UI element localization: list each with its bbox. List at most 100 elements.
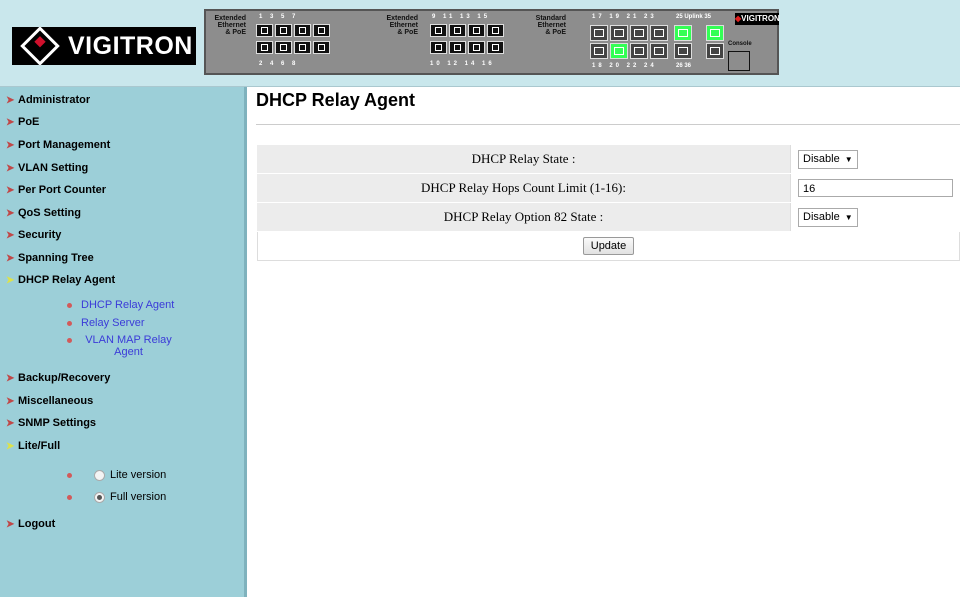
page-title: DHCP Relay Agent (256, 90, 416, 110)
port-21 (630, 25, 648, 41)
group1-label: Extended Ethernet & PoE (214, 15, 246, 36)
arrow-icon: ➤ (6, 94, 15, 106)
sidebar: ➤ Administrator ➤ PoE ➤ Port Management ➤ VL… (0, 87, 247, 597)
subitem-vlan-map-relay-agent[interactable]: VLAN MAP Relay Agent (67, 334, 187, 358)
bullet-icon (67, 494, 72, 500)
lite-version-option[interactable]: Lite version (67, 469, 166, 481)
port-13 (468, 24, 485, 37)
option82-label: DHCP Relay Option 82 State : (443, 209, 604, 224)
port-23 (650, 25, 668, 41)
arrow-icon: ➤ (6, 395, 15, 407)
arrow-icon: ➤ (6, 518, 15, 530)
relay-state-label: DHCP Relay State : (471, 151, 576, 166)
arrow-icon: ➤ (6, 252, 15, 264)
group1-top-numbers: 1 3 5 7 (259, 14, 299, 20)
form-row-hops-limit: DHCP Relay Hops Count Limit (1-16): 16 (257, 174, 960, 203)
port-24 (650, 43, 668, 59)
port-6 (294, 41, 311, 54)
hops-limit-label: DHCP Relay Hops Count Limit (1-16): (421, 180, 626, 195)
sidebar-item-backup-recovery[interactable]: ➤ Backup/Recovery (6, 371, 110, 385)
bullet-icon (67, 303, 72, 308)
group3-top-numbers: 17 19 21 23 (592, 14, 657, 20)
header: VIGITRON Extended Ethernet & PoE 1 3 5 7 2… (0, 0, 960, 87)
relay-state-select[interactable]: Disable ▼ (798, 149, 858, 169)
dropdown-caret-icon: ▼ (844, 212, 853, 222)
sidebar-item-dhcp-relay-agent[interactable]: ➤ DHCP Relay Agent (6, 273, 115, 287)
console-port (728, 51, 750, 71)
sidebar-item-vlan-setting[interactable]: ➤ VLAN Setting (6, 161, 88, 175)
arrow-icon: ➤ (6, 139, 15, 151)
subitem-relay-server[interactable]: Relay Server (67, 317, 145, 329)
option82-select[interactable]: Disable ▼ (798, 207, 858, 227)
group3-label: Standard Ethernet & PoE (535, 15, 566, 36)
mini-logo: ◆VIGITRON (735, 13, 780, 25)
port-18 (590, 43, 608, 59)
hops-limit-input[interactable]: 16 (798, 179, 953, 197)
expanded-arrow-icon: ➤ (6, 274, 15, 286)
port-2 (256, 41, 273, 54)
port-20 (610, 43, 628, 59)
subitem-dhcp-relay-agent[interactable]: DHCP Relay Agent (67, 299, 174, 311)
sidebar-item-security[interactable]: ➤ Security (6, 228, 61, 242)
arrow-icon: ➤ (6, 417, 15, 429)
arrow-icon: ➤ (6, 184, 15, 196)
sidebar-item-logout[interactable]: ➤ Logout (6, 517, 55, 531)
group2-bottom-numbers: 10 12 14 16 (430, 61, 495, 67)
arrow-icon: ➤ (6, 372, 15, 384)
port-7 (313, 24, 330, 37)
logo-diamond-icon (20, 26, 60, 66)
port-11 (449, 24, 466, 37)
port-19 (610, 25, 628, 41)
sidebar-item-snmp-settings[interactable]: ➤ SNMP Settings (6, 416, 96, 430)
arrow-icon: ➤ (6, 162, 15, 174)
port-22 (630, 43, 648, 59)
sidebar-item-lite-full[interactable]: ➤ Lite/Full (6, 439, 60, 453)
port-3 (275, 24, 292, 37)
port-15 (487, 24, 504, 37)
update-button[interactable]: Update (582, 237, 635, 255)
dropdown-caret-icon: ▼ (844, 154, 853, 164)
sidebar-item-poe[interactable]: ➤ PoE (6, 115, 39, 129)
sidebar-item-per-port-counter[interactable]: ➤ Per Port Counter (6, 183, 106, 197)
port-16 (487, 41, 504, 54)
arrow-icon: ➤ (6, 229, 15, 241)
sidebar-item-administrator[interactable]: ➤ Administrator (6, 93, 90, 107)
group3-bottom-numbers: 18 20 22 24 (592, 63, 657, 69)
full-version-radio[interactable] (94, 491, 105, 503)
port-17 (590, 25, 608, 41)
group2-label: Extended Ethernet & PoE (386, 15, 418, 36)
switch-panel-image: Extended Ethernet & PoE 1 3 5 7 2 4 6 8 Ex… (204, 9, 780, 75)
port-4 (275, 41, 292, 54)
dhcp-relay-form: DHCP Relay State : Disable ▼ DHCP Relay H… (257, 145, 960, 261)
console-label: Console (728, 41, 752, 47)
arrow-icon: ➤ (6, 116, 15, 128)
bullet-icon (67, 321, 72, 326)
sidebar-item-spanning-tree[interactable]: ➤ Spanning Tree (6, 251, 94, 265)
port-12 (449, 41, 466, 54)
group2-top-numbers: 9 11 13 15 (432, 14, 491, 20)
title-divider (256, 124, 960, 125)
arrow-icon: ➤ (6, 207, 15, 219)
port-1 (256, 24, 273, 37)
lite-version-radio[interactable] (94, 469, 105, 481)
uplink-bottom-label: 26 36 (676, 63, 692, 69)
full-version-option[interactable]: Full version (67, 491, 166, 503)
port-36 (706, 43, 724, 59)
vigitron-logo[interactable]: VIGITRON (12, 26, 196, 66)
bullet-icon (67, 472, 72, 478)
sidebar-item-miscellaneous[interactable]: ➤ Miscellaneous (6, 394, 93, 408)
port-35 (706, 25, 724, 41)
uplink-top-label: 25 Uplink 35 (676, 14, 712, 20)
form-row-option82: DHCP Relay Option 82 State : Disable ▼ (257, 203, 960, 232)
port-8 (313, 41, 330, 54)
bullet-icon (67, 338, 72, 343)
port-10 (430, 41, 447, 54)
form-row-relay-state: DHCP Relay State : Disable ▼ (257, 145, 960, 174)
logo-text: VIGITRON (68, 31, 193, 60)
port-14 (468, 41, 485, 54)
update-row: Update (257, 232, 960, 261)
expanded-arrow-icon: ➤ (6, 440, 15, 452)
port-9 (430, 24, 447, 37)
sidebar-item-port-management[interactable]: ➤ Port Management (6, 138, 110, 152)
sidebar-item-qos-setting[interactable]: ➤ QoS Setting (6, 206, 81, 220)
